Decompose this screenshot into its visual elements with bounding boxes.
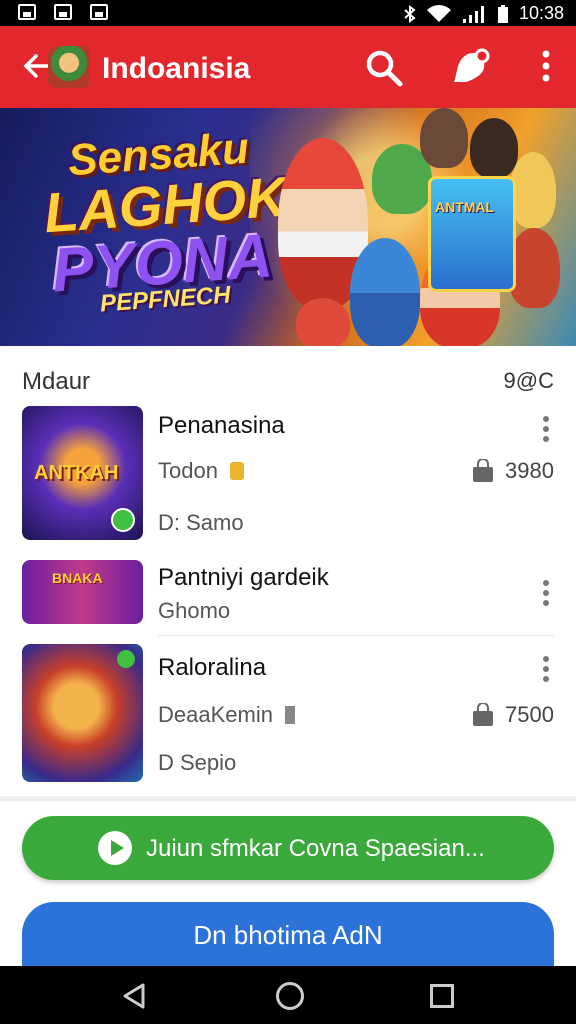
item-more-icon[interactable] <box>542 656 550 682</box>
notification-icons <box>18 4 108 20</box>
item-extra: D Sepio <box>158 750 237 775</box>
list-item[interactable]: BNAKA Pantniyi gardeik Ghomo <box>0 548 576 636</box>
item-subtitle: Ghomo <box>158 598 231 623</box>
section-count: 9@C <box>503 368 554 393</box>
section-header: Mdaur 9@C <box>0 346 576 402</box>
battery-icon <box>497 4 508 23</box>
section-title: Mdaur <box>22 368 91 395</box>
item-price: 3980 <box>471 458 554 484</box>
item-price-text: 7500 <box>505 702 554 727</box>
primary-action-button[interactable]: Juiun sfmkar Covna Spaesian... <box>22 816 554 880</box>
more-options-icon[interactable] <box>542 50 550 82</box>
item-subtitle: Todon <box>158 458 245 484</box>
shopping-bag-icon <box>473 459 494 482</box>
item-subtitle-text: DeaaKemin <box>158 702 273 727</box>
thumbnail-badge-icon <box>111 508 135 532</box>
character-small <box>296 298 350 346</box>
primary-action-label: Juiun sfmkar Covna Spaesian... <box>146 835 485 862</box>
item-subtitle: DeaaKemin <box>158 702 296 728</box>
character-blonde <box>510 152 556 228</box>
item-title: Penanasina <box>158 412 285 439</box>
item-price: 7500 <box>471 702 554 728</box>
lock-icon <box>230 462 245 480</box>
app-bar: Indoanisia <box>0 26 576 108</box>
item-title: Pantniyi gardeik <box>158 564 329 591</box>
status-bar: 10:38 <box>0 0 576 26</box>
game-card-text: ANTMAL <box>435 199 495 215</box>
system-nav-bar <box>0 966 576 1024</box>
notification-bell-icon[interactable] <box>448 46 492 88</box>
back-arrow-icon[interactable] <box>22 52 50 80</box>
thumbnail-text: ANTKAH <box>34 462 119 484</box>
game-card: ANTMAL <box>428 176 516 292</box>
item-more-icon[interactable] <box>542 416 550 442</box>
nav-recents-icon[interactable] <box>430 984 454 1008</box>
game-thumbnail: ANTKAH <box>22 406 143 540</box>
nav-home-icon[interactable] <box>276 982 304 1010</box>
signal-icon <box>462 5 484 23</box>
flag-icon <box>285 706 296 724</box>
secondary-action-label: Dn bhotima AdN <box>193 920 383 950</box>
photo-notification-icon <box>90 4 108 20</box>
bluetooth-icon <box>404 4 416 23</box>
game-thumbnail <box>22 644 143 782</box>
app-title: Indoanisia <box>102 52 251 85</box>
gallery-notification-icon <box>18 4 36 20</box>
shopping-bag-icon <box>473 703 494 726</box>
app-avatar <box>48 46 90 88</box>
list-item[interactable]: Raloralina DeaaKemin D Sepio 7500 <box>0 636 576 796</box>
character-man <box>420 108 468 168</box>
secondary-action-button[interactable]: Dn bhotima AdN <box>22 902 554 966</box>
play-icon <box>98 831 132 865</box>
clock: 10:38 <box>518 3 564 23</box>
item-title: Raloralina <box>158 654 267 681</box>
hero-banner[interactable]: Sensaku LAGHOK PYONA PEPFNECH ANTMAL <box>0 108 576 346</box>
thumbnail-text: BNAKA <box>52 570 103 586</box>
search-icon[interactable] <box>364 48 404 88</box>
character-blue <box>350 238 420 346</box>
character-woman <box>470 118 518 178</box>
game-thumbnail: BNAKA <box>22 560 143 624</box>
item-subtitle-text: Todon <box>158 458 218 483</box>
list-item[interactable]: ANTKAH Penanasina Todon D: Samo 3980 <box>0 402 576 549</box>
section-separator <box>0 796 576 802</box>
wifi-icon <box>426 4 451 22</box>
item-more-icon[interactable] <box>542 580 550 606</box>
item-price-text: 3980 <box>505 458 554 483</box>
thumbnail-badge-icon <box>117 650 135 668</box>
nav-back-icon[interactable] <box>122 983 146 1009</box>
image-notification-icon <box>54 4 72 20</box>
item-extra: D: Samo <box>158 510 244 535</box>
